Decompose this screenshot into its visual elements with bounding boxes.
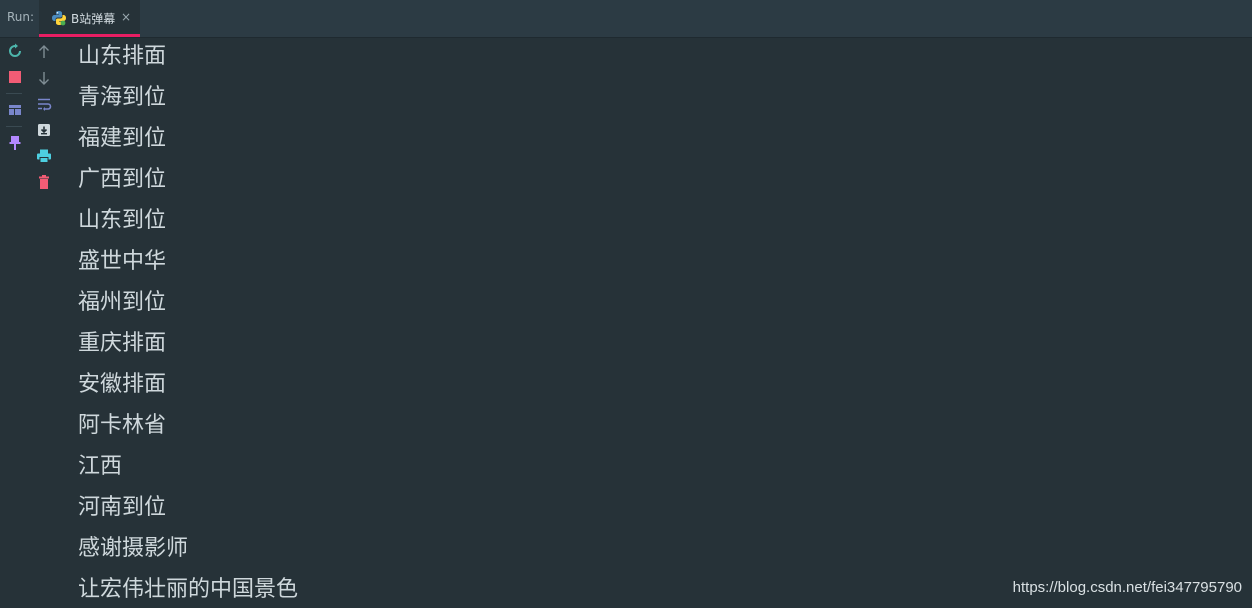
- console-line: 盛世中华: [78, 249, 167, 274]
- toolbar-divider: [6, 93, 22, 94]
- console-line: 福建到位: [78, 126, 167, 151]
- console-line: 重庆排面: [78, 331, 167, 356]
- console-line: 广西到位: [78, 167, 167, 192]
- console-line: 安徽排面: [78, 372, 167, 397]
- tab-b-zhan-danmu[interactable]: B站弹幕 ×: [39, 0, 140, 37]
- stop-icon[interactable]: [7, 69, 23, 85]
- run-toolbar-primary: [0, 38, 29, 608]
- layout-icon[interactable]: [7, 102, 23, 118]
- tab-title: B站弹幕: [71, 12, 116, 26]
- console-output[interactable]: 山东排面 青海到位 福建到位 广西到位 山东到位 盛世中华 福州到位 重庆排面 …: [78, 38, 1178, 608]
- run-toolwindow-header: Run: B站弹幕 ×: [0, 0, 1252, 38]
- console-line: 阿卡林省: [78, 413, 167, 438]
- pin-icon[interactable]: [7, 135, 23, 151]
- clear-icon[interactable]: [36, 174, 52, 190]
- console-line: 让宏伟壮丽的中国景色: [78, 577, 299, 602]
- rerun-icon[interactable]: [7, 43, 23, 59]
- python-icon: [51, 10, 67, 26]
- console-line: 江西: [78, 454, 123, 479]
- console-line: 山东到位: [78, 208, 167, 233]
- run-toolbar-secondary: [29, 38, 58, 608]
- console-line: 感谢摄影师: [78, 536, 189, 561]
- console-line: 河南到位: [78, 495, 167, 520]
- soft-wrap-icon[interactable]: [36, 96, 52, 112]
- run-label: Run:: [7, 10, 35, 24]
- scroll-to-end-icon[interactable]: [36, 122, 52, 138]
- close-icon[interactable]: ×: [121, 10, 131, 24]
- toolbar-divider: [6, 126, 22, 127]
- console-line: 福州到位: [78, 290, 167, 315]
- console-line: 青海到位: [78, 85, 167, 110]
- scroll-up-icon[interactable]: [36, 44, 52, 60]
- active-tab-indicator: [39, 34, 140, 37]
- print-icon[interactable]: [36, 148, 52, 164]
- scroll-down-icon[interactable]: [36, 70, 52, 86]
- watermark: https://blog.csdn.net/fei347795790: [1012, 579, 1242, 596]
- console-line: 山东排面: [78, 44, 167, 69]
